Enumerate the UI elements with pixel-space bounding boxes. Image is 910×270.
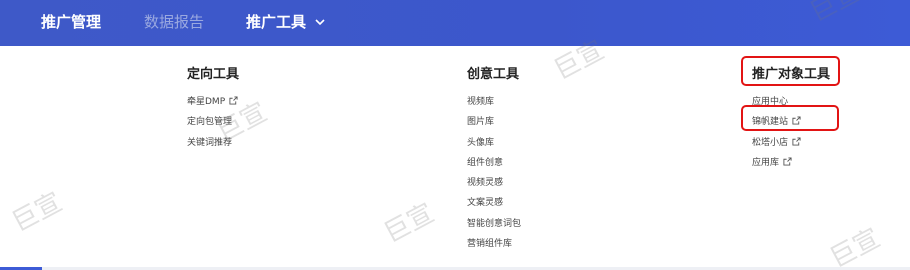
menu-item-copy-inspiration[interactable]: 文案灵感 — [467, 196, 521, 216]
tools-dropdown-panel: 定向工具 牵星DMP 定向包管理 关键词推荐 创意工具 视频库 图片库 头像库 … — [0, 46, 910, 270]
menu-item-avatar-library[interactable]: 头像库 — [467, 136, 521, 156]
top-nav-bar: 推广管理 数据报告 推广工具 — [0, 0, 910, 46]
highlight-box-column-title — [741, 56, 840, 86]
menu-item-smart-creative-wordpack[interactable]: 智能创意词包 — [467, 217, 521, 237]
menu-item-app-library[interactable]: 应用库 — [752, 156, 830, 176]
column-targeting-tools: 定向工具 牵星DMP 定向包管理 关键词推荐 — [187, 66, 239, 156]
nav-promotion-tools-label: 推广工具 — [246, 13, 307, 31]
menu-item-qianxing-dmp[interactable]: 牵星DMP — [187, 95, 239, 115]
menu-item-video-inspiration[interactable]: 视频灵感 — [467, 176, 521, 196]
menu-item-component-creative[interactable]: 组件创意 — [467, 156, 521, 176]
menu-item-label: 松塔小店 — [752, 137, 789, 148]
chevron-down-icon — [315, 19, 325, 26]
nav-promotion-tools[interactable]: 推广工具 — [246, 0, 326, 46]
column-title: 创意工具 — [467, 67, 520, 82]
highlight-box-jinfan — [741, 105, 839, 131]
menu-item-image-library[interactable]: 图片库 — [467, 115, 521, 135]
external-link-icon — [792, 137, 801, 146]
column-title: 定向工具 — [187, 67, 240, 82]
menu-item-video-library[interactable]: 视频库 — [467, 95, 521, 115]
nav-promotion-management[interactable]: 推广管理 — [41, 0, 101, 46]
menu-item-targeting-package[interactable]: 定向包管理 — [187, 115, 239, 135]
menu-item-label: 应用库 — [752, 157, 780, 168]
menu-item-keyword-recommend[interactable]: 关键词推荐 — [187, 136, 239, 156]
external-link-icon — [229, 96, 238, 105]
nav-data-report[interactable]: 数据报告 — [144, 0, 204, 46]
menu-item-songta-shop[interactable]: 松塔小店 — [752, 136, 830, 156]
column-creative-tools: 创意工具 视频库 图片库 头像库 组件创意 视频灵感 文案灵感 智能创意词包 营… — [467, 66, 521, 257]
menu-item-marketing-components[interactable]: 营销组件库 — [467, 237, 521, 257]
menu-item-label: 牵星DMP — [187, 97, 226, 107]
external-link-icon — [783, 157, 792, 166]
